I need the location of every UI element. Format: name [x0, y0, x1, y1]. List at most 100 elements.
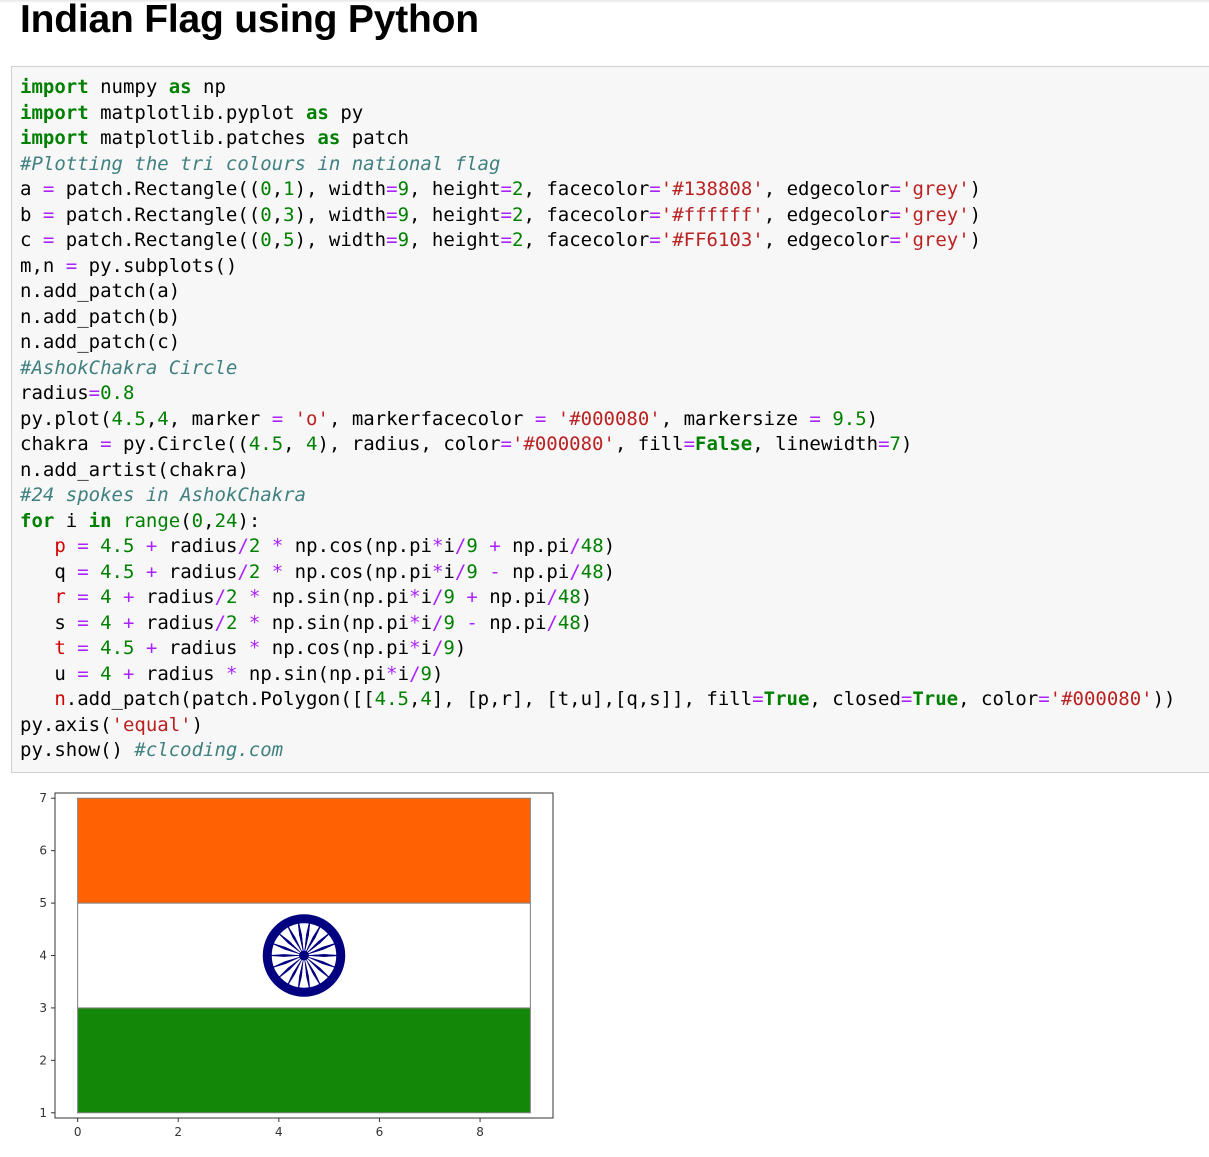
code-token: py.plot(	[20, 407, 112, 430]
code-token: , fill	[614, 433, 684, 455]
code-token: )	[866, 407, 879, 430]
code-token: =	[386, 178, 398, 200]
code-token: =	[77, 560, 89, 583]
code-token: as	[168, 76, 192, 98]
y-tick-label: 4	[39, 949, 47, 963]
code-token: /	[569, 560, 581, 583]
code-token: 9.5	[832, 407, 867, 430]
code-line: n.add_artist(chakra)	[20, 458, 1176, 484]
code-line: #Plotting the tri colours in national fl…	[20, 152, 1176, 178]
code-token: i	[420, 637, 432, 659]
code-token: i	[443, 560, 455, 583]
code-line: py.show() #clcoding.com	[20, 738, 1176, 764]
code-line: py.axis('equal')	[20, 713, 1176, 739]
code-token: /	[214, 611, 226, 634]
code-token: py	[328, 101, 364, 124]
code-token: n.add_artist(chakra)	[20, 458, 249, 481]
code-token: +	[466, 586, 478, 608]
code-token: 4.5	[100, 637, 135, 659]
code-token: 'o'	[294, 407, 329, 430]
code-token: 2	[248, 560, 261, 583]
code-token: =	[42, 178, 55, 200]
code-token: 'grey'	[901, 229, 970, 251]
code-token: , edgecolor	[763, 229, 890, 251]
code-token: 0.8	[100, 382, 135, 404]
code-token: 'equal'	[111, 713, 192, 736]
code-cell[interactable]: import numpy as np import matplotlib.pypl…	[11, 66, 1209, 773]
code-token: =	[100, 433, 112, 455]
code-token: patch	[340, 127, 409, 149]
code-token: =	[42, 203, 55, 226]
code-token: /	[409, 662, 421, 685]
code-token: radius	[20, 382, 89, 404]
code-token: , height	[409, 203, 501, 226]
code-token: +	[489, 535, 501, 557]
code-token: =	[889, 203, 901, 226]
code-token: *	[386, 662, 398, 685]
code-line: #AshokChakra Circle	[20, 356, 1176, 382]
code-token: 48	[580, 560, 604, 583]
code-line: r = 4 + radius/2 * np.sin(np.pi*i/9 + np…	[20, 585, 1176, 611]
code-token: 2	[512, 178, 524, 200]
code-token: 4.5	[248, 433, 284, 455]
code-token: ,	[271, 203, 284, 226]
code-line: chakra = py.Circle((4.5, 4), radius, col…	[20, 432, 1176, 458]
code-token: np.sin(np.pi	[237, 662, 387, 685]
code-token: =	[809, 407, 821, 430]
code-token: )	[580, 586, 593, 608]
code-token: , edgecolor	[763, 203, 890, 226]
code-token: /	[431, 637, 444, 659]
code-token: *	[248, 637, 261, 659]
code-token: )	[969, 229, 982, 251]
flag-band-2	[77, 797, 531, 904]
code-token: 4.5	[100, 535, 135, 557]
code-token: 4.5	[374, 688, 409, 710]
code-token: 9	[443, 611, 455, 634]
code-token: )	[603, 560, 616, 583]
code-token: #AshokChakra Circle	[20, 356, 238, 379]
code-token: '#138808'	[660, 178, 764, 200]
code-token: /	[237, 560, 249, 583]
code-token: ,	[203, 509, 215, 532]
code-token: 48	[557, 611, 581, 634]
code-token: *	[271, 560, 284, 583]
code-token: 2	[226, 611, 238, 634]
code-token: matplotlib.pyplot	[88, 101, 306, 124]
code-token: =	[649, 178, 661, 200]
code-token: 9	[443, 637, 455, 659]
y-tick-label: 5	[39, 896, 47, 910]
x-tick-label: 6	[376, 1125, 384, 1139]
code-token: *	[409, 637, 421, 659]
code-token: radius	[134, 662, 226, 685]
code-token: '#000080'	[511, 433, 615, 455]
code-token: s	[20, 611, 78, 634]
code-token: #24 spokes in AshokChakra	[20, 484, 306, 506]
code-token: radius	[134, 611, 215, 634]
code-token: 48	[580, 535, 604, 557]
code-token: )	[191, 713, 204, 736]
code-token: n.add_patch(c)	[20, 331, 181, 353]
y-tick-label: 1	[39, 1106, 47, 1120]
code-token: )	[603, 535, 616, 557]
code-token: t	[54, 637, 66, 659]
code-token: +	[123, 662, 135, 685]
code-line: #24 spokes in AshokChakra	[20, 483, 1176, 509]
code-token: '#FF6103'	[660, 229, 764, 251]
code-token: patch.Rectangle((	[54, 203, 261, 226]
code-token: *	[248, 586, 261, 608]
code-token: m,n	[20, 254, 66, 277]
code-token: 24	[214, 509, 238, 532]
code-token: 4	[306, 433, 318, 455]
code-token: *	[431, 560, 444, 583]
code-token: np.cos(np.pi	[283, 535, 432, 557]
code-line: for i in range(0,24):	[20, 509, 1176, 535]
code-line: n.add_patch(a)	[20, 279, 1176, 305]
code-token: ), width	[294, 229, 387, 251]
